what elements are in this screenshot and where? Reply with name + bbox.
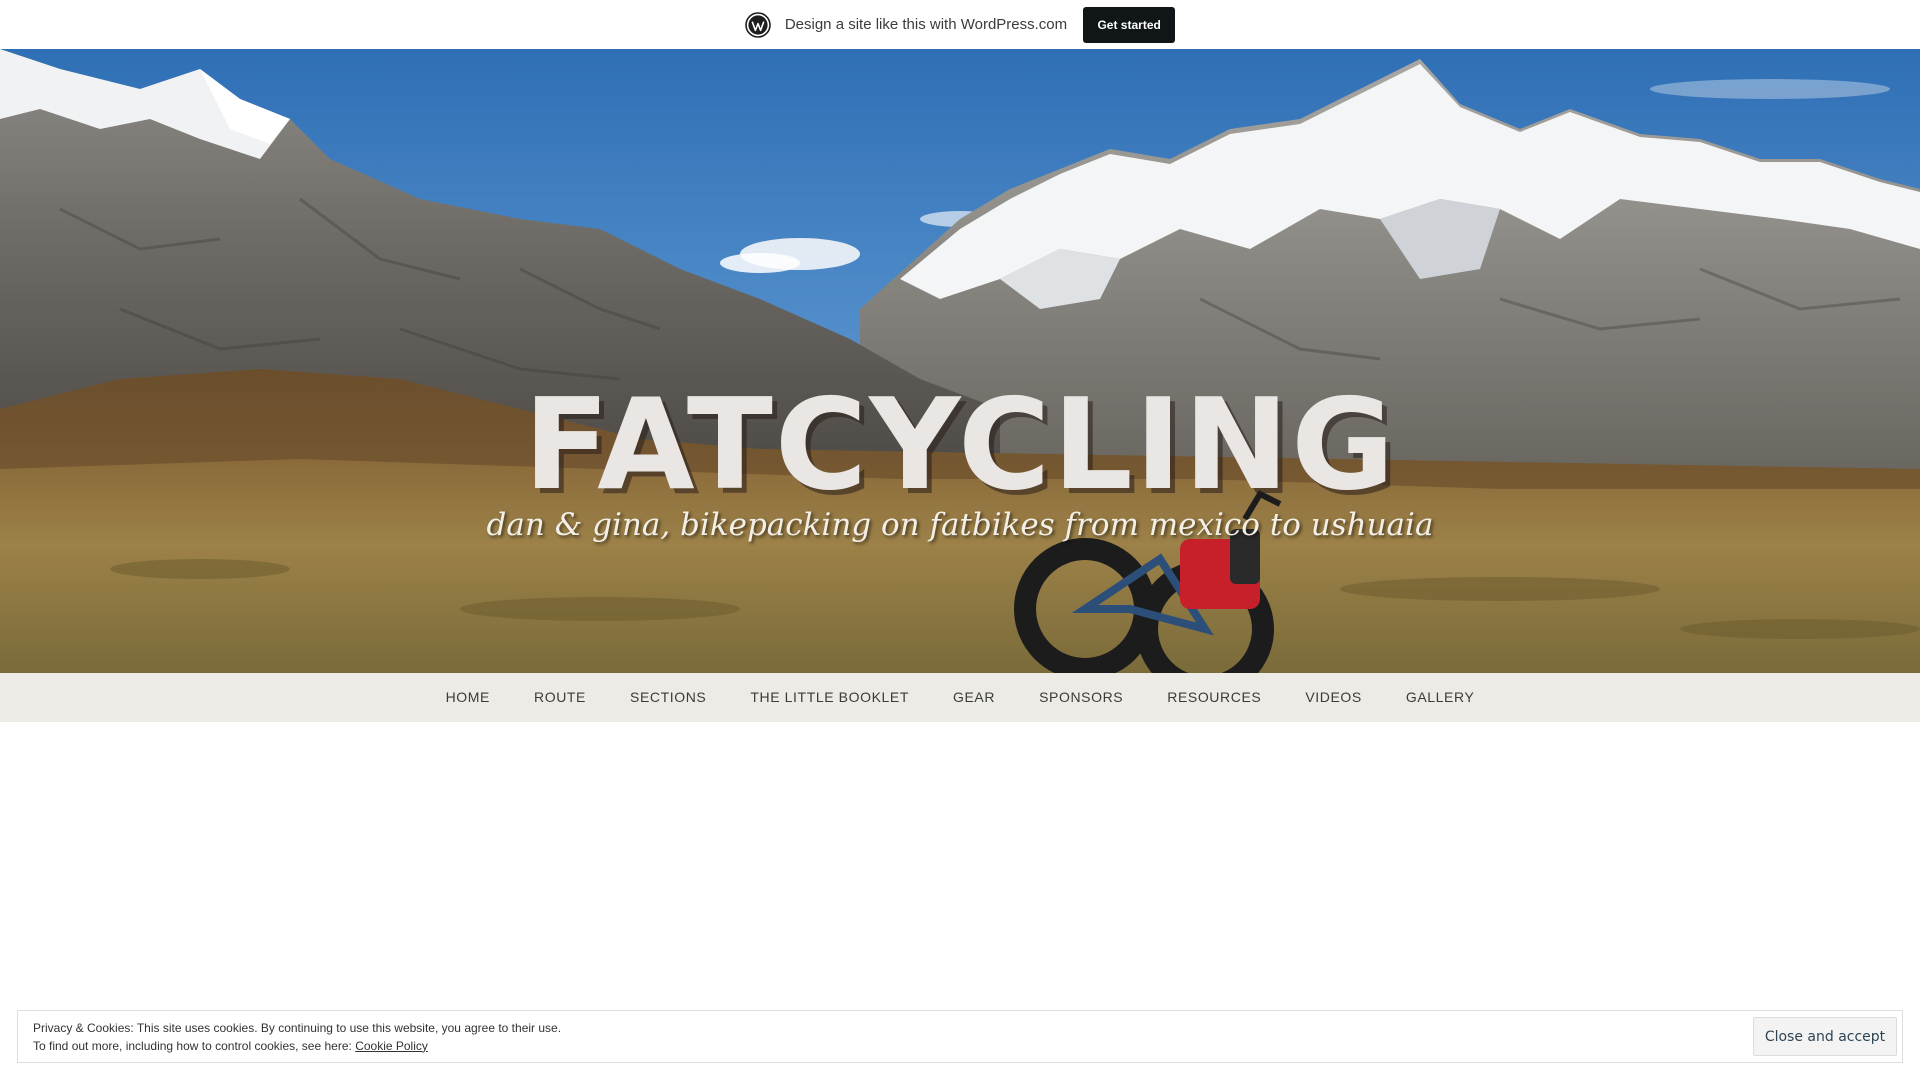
wordpress-promo-banner: Design a site like this with WordPress.c… — [0, 0, 1920, 49]
cookie-consent-bar: Privacy & Cookies: This site uses cookie… — [17, 1010, 1903, 1063]
cookie-policy-link[interactable]: Cookie Policy — [355, 1039, 428, 1053]
nav-item-little-booklet[interactable]: THE LITTLE BOOKLET — [728, 673, 931, 722]
nav-item-home[interactable]: HOME — [424, 673, 512, 722]
nav-item-sponsors[interactable]: SPONSORS — [1017, 673, 1145, 722]
cookie-notice-text: Privacy & Cookies: This site uses cookie… — [33, 1019, 561, 1055]
close-and-accept-button[interactable]: Close and accept — [1753, 1017, 1897, 1056]
cookie-notice-line: To find out more, including how to contr… — [33, 1037, 561, 1055]
site-tagline: dan & gina, bikepacking on fatbikes from… — [486, 507, 1434, 543]
nav-item-route[interactable]: ROUTE — [512, 673, 608, 722]
site-title[interactable]: FATCYCLING — [0, 382, 1920, 508]
wordpress-logo-icon[interactable] — [745, 11, 771, 38]
cookie-notice-prefix: To find out more, including how to contr… — [33, 1038, 356, 1053]
nav-item-gallery[interactable]: GALLERY — [1384, 673, 1497, 722]
nav-item-videos[interactable]: VIDEOS — [1283, 673, 1384, 722]
nav-item-sections[interactable]: SECTIONS — [608, 673, 728, 722]
nav-item-resources[interactable]: RESOURCES — [1145, 673, 1283, 722]
header-image: FATCYCLING dan & gina, bikepacking on fa… — [0, 49, 1920, 673]
nav-menu: HOME ROUTE SECTIONS THE LITTLE BOOKLET G… — [424, 673, 1497, 722]
get-started-button[interactable]: Get started — [1083, 6, 1176, 43]
cookie-notice-line: Privacy & Cookies: This site uses cookie… — [33, 1020, 562, 1035]
nav-item-gear[interactable]: GEAR — [931, 673, 1017, 722]
mountain-landscape-image — [0, 49, 1920, 673]
banner-text: Design a site like this with WordPress.c… — [784, 16, 1068, 33]
main-navigation: HOME ROUTE SECTIONS THE LITTLE BOOKLET G… — [0, 673, 1920, 722]
